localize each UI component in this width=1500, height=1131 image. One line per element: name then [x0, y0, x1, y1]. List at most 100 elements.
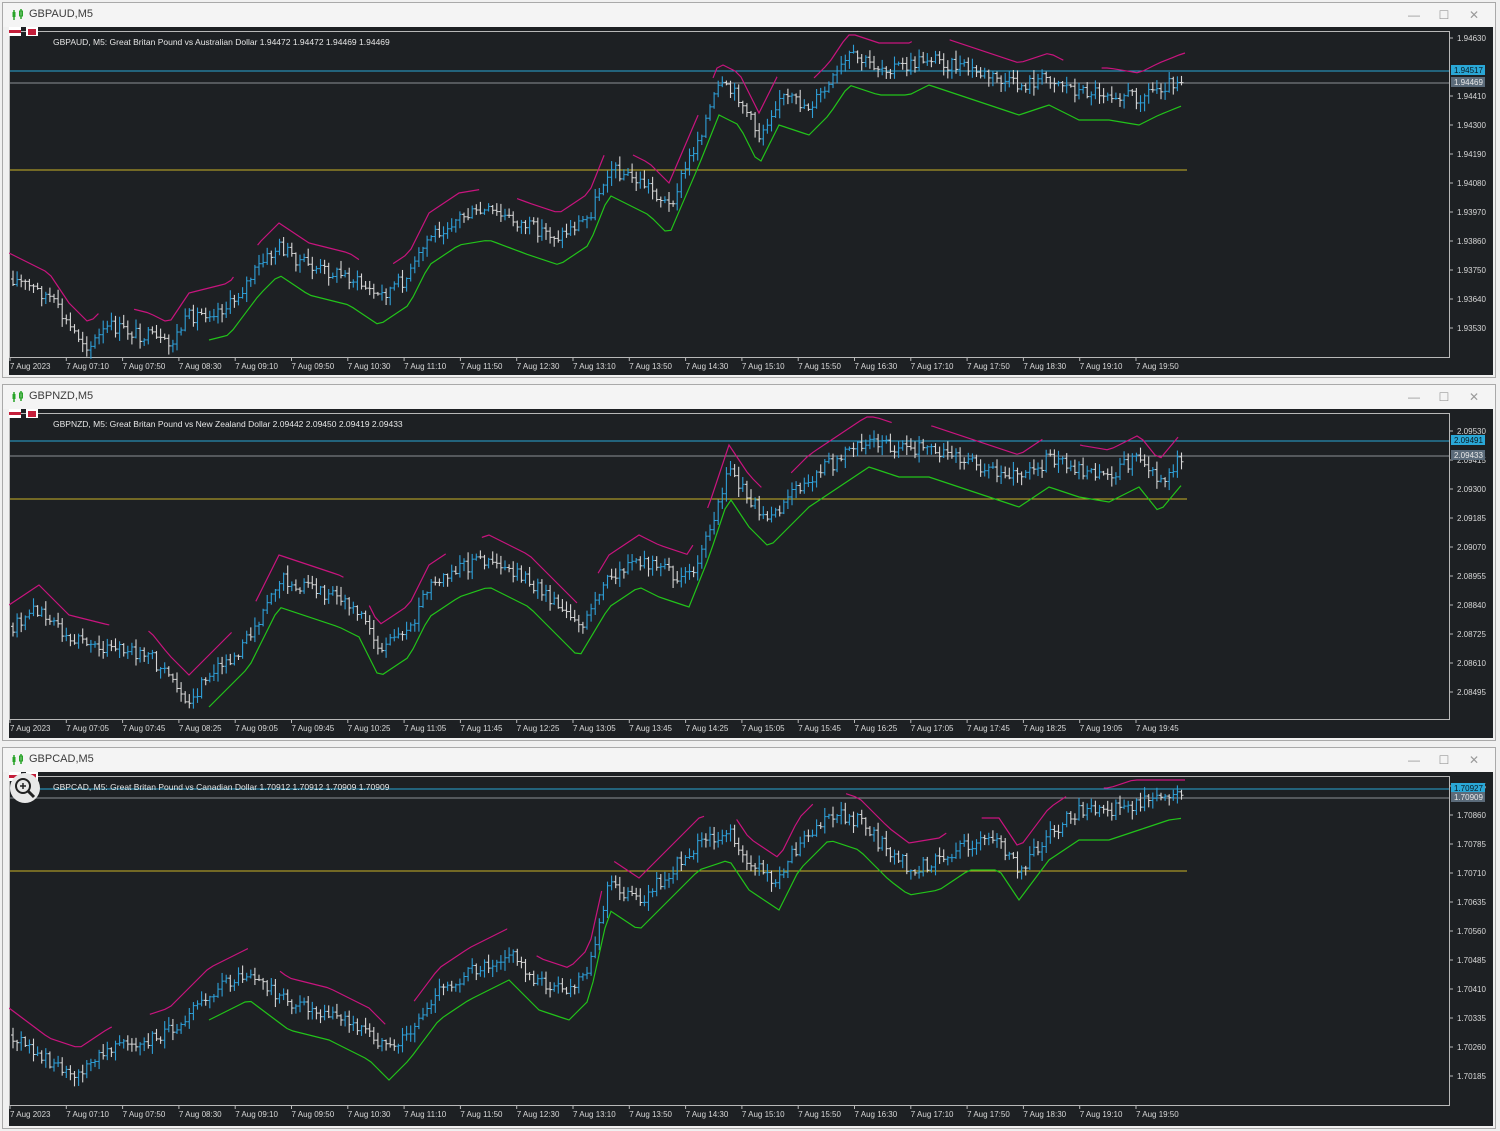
- price-bar: [601, 582, 606, 601]
- window-title-bar[interactable]: GBPAUD,M5 — ☐ ✕: [3, 3, 1495, 27]
- price-bar: [232, 294, 237, 308]
- price-bar: [408, 1025, 413, 1042]
- price-bar: [613, 568, 618, 585]
- price-bar: [847, 50, 852, 69]
- price-bar: [273, 247, 278, 265]
- price-bar: [396, 627, 401, 639]
- price-bar: [1134, 798, 1139, 816]
- price-bar: [1081, 801, 1086, 818]
- price-bar: [531, 970, 536, 987]
- price-chart[interactable]: 2.095302.094152.093002.091852.090702.089…: [9, 409, 1495, 740]
- price-bar: [429, 999, 434, 1014]
- price-bar: [552, 982, 557, 992]
- price-bar: [576, 972, 581, 994]
- price-bar: [908, 438, 913, 451]
- close-button[interactable]: ✕: [1459, 6, 1489, 24]
- y-axis-label: 1.94080: [1457, 179, 1486, 188]
- price-bar: [380, 284, 384, 301]
- minimize-button[interactable]: —: [1399, 751, 1429, 769]
- price-bar: [474, 963, 479, 981]
- price-bar: [466, 552, 471, 580]
- chart-canvas[interactable]: 1.94630 1.94410 1.94300 1.94190 1.94080 1.939…: [9, 27, 1493, 375]
- price-bar: [999, 835, 1004, 849]
- maximize-button[interactable]: ☐: [1429, 388, 1459, 406]
- price-bar: [572, 984, 577, 995]
- price-bar: [494, 959, 499, 973]
- price-bar: [388, 286, 393, 306]
- price-bar: [265, 594, 270, 614]
- price-bar: [580, 972, 585, 981]
- chart-window-gbpnzd[interactable]: GBPNZD,M5 — ☐ ✕ 2.09530 2.09415 2.09300 2.0…: [2, 384, 1496, 741]
- price-bar: [224, 301, 229, 318]
- price-bar: [39, 606, 44, 617]
- price-bar: [27, 278, 32, 291]
- price-bar: [806, 829, 811, 843]
- price-bar: [1072, 459, 1077, 476]
- close-button[interactable]: ✕: [1459, 751, 1489, 769]
- price-bar: [207, 672, 212, 683]
- price-bar: [613, 875, 618, 889]
- price-bar: [544, 971, 548, 995]
- price-bar: [843, 802, 848, 825]
- price-bar: [1130, 800, 1135, 820]
- price-bar: [363, 281, 368, 290]
- price-bar: [925, 856, 930, 873]
- chart-window-icon: [12, 9, 23, 20]
- chart-window-gbpaud[interactable]: GBPAUD,M5 — ☐ ✕ 1.94630 1.94410 1.94300 1.9…: [2, 2, 1496, 378]
- minimize-button[interactable]: —: [1399, 388, 1429, 406]
- price-bar: [683, 855, 688, 866]
- price-bar: [970, 453, 975, 462]
- price-bar: [995, 71, 999, 83]
- price-bar: [580, 215, 585, 223]
- price-bar: [1056, 450, 1061, 473]
- price-bar: [990, 830, 995, 844]
- price-bar: [552, 591, 557, 605]
- price-bar: [876, 822, 881, 852]
- window-title-bar[interactable]: GBPNZD,M5 — ☐ ✕: [3, 385, 1495, 409]
- x-axis-label: 7 Aug 17:10: [911, 1110, 954, 1119]
- price-bar: [494, 553, 499, 569]
- price-bar: [1175, 785, 1180, 804]
- price-bar: [765, 118, 770, 134]
- x-axis-label: 7 Aug 19:05: [1080, 724, 1123, 733]
- price-bar: [105, 1041, 110, 1061]
- price-bar: [39, 1050, 44, 1064]
- price-bar: [441, 226, 446, 245]
- chart-window-gbpcad[interactable]: GBPCAD,M5 — ☐ ✕ 1.709351.708601.707851.7…: [2, 747, 1496, 1129]
- price-bar: [23, 279, 28, 290]
- price-bar: [749, 489, 753, 508]
- price-bar: [343, 1011, 348, 1027]
- support-trail-line: [208, 466, 1182, 708]
- y-axis-label: 2.08610: [1457, 659, 1486, 668]
- price-bar: [1150, 792, 1155, 809]
- price-bar: [367, 615, 372, 635]
- price-bar: [1134, 87, 1139, 110]
- window-title-bar[interactable]: GBPCAD,M5 — ☐ ✕: [3, 748, 1495, 772]
- minimize-button[interactable]: —: [1399, 6, 1429, 24]
- price-bar: [310, 256, 315, 280]
- chart-canvas[interactable]: 2.09530 2.09415 2.09300 2.09185 2.09070 2.089…: [9, 409, 1493, 738]
- maximize-button[interactable]: ☐: [1429, 751, 1459, 769]
- price-bar: [859, 433, 864, 452]
- price-bar: [872, 827, 876, 842]
- close-button[interactable]: ✕: [1459, 388, 1489, 406]
- price-bar: [839, 56, 844, 75]
- y-axis-label: 1.94190: [1457, 150, 1486, 159]
- price-bar: [609, 161, 614, 186]
- price-bar: [605, 881, 610, 919]
- price-chart[interactable]: 1.94630 1.94410 1.94300 1.94190 1.94080 1.939…: [9, 27, 1495, 377]
- price-bar: [777, 505, 782, 517]
- price-bar: [1138, 95, 1143, 113]
- price-bar: [982, 463, 987, 477]
- x-axis-label: 7 Aug 09:45: [292, 724, 335, 733]
- x-axis-label: 7 Aug 19:45: [1136, 724, 1179, 733]
- price-bar: [507, 564, 512, 573]
- zoom-icon[interactable]: [9, 772, 41, 804]
- chart-canvas[interactable]: 1.709351.708601.707851.707101.706351.705…: [9, 772, 1493, 1126]
- price-chart[interactable]: 1.709351.708601.707851.707101.706351.705…: [9, 772, 1495, 1128]
- price-bar: [703, 833, 708, 848]
- price-bar: [1019, 83, 1024, 91]
- maximize-button[interactable]: ☐: [1429, 6, 1459, 24]
- price-bar: [39, 286, 44, 307]
- price-bar: [962, 834, 967, 847]
